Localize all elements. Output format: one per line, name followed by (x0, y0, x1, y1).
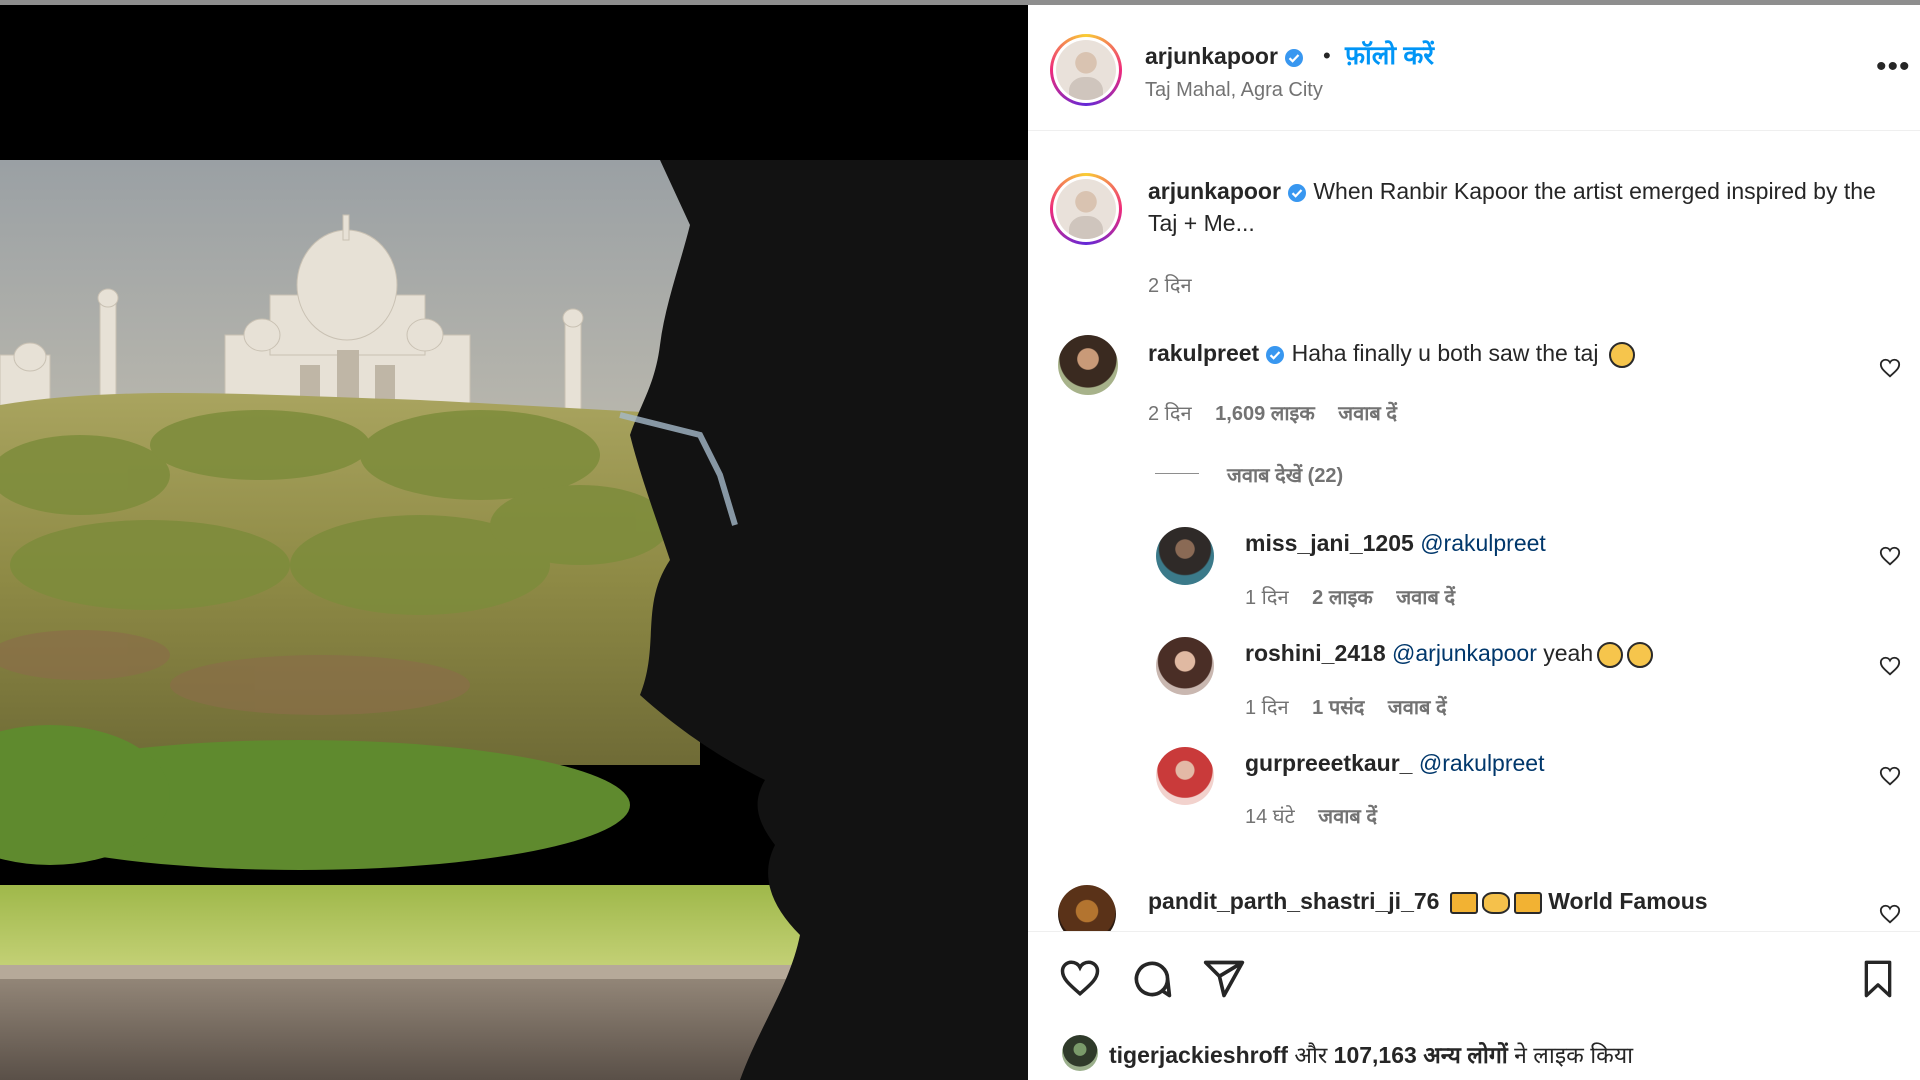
post-header: arjunkapoor • फ़ॉलो करें Taj Mahal, Agra… (1028, 5, 1920, 131)
separator-dot: • (1323, 43, 1331, 68)
replies-thread-line (1155, 473, 1199, 474)
comments-list[interactable]: arjunkapoor When Ranbir Kapoor the artis… (1028, 131, 1920, 931)
post-photo[interactable] (0, 5, 1028, 1080)
reply-time[interactable]: 1 दिन (1245, 587, 1289, 609)
reply-avatar[interactable] (1156, 637, 1214, 695)
reply-meta: 1 दिन 1 पसंद जवाब दें (1245, 693, 1465, 720)
reply: roshini_2418 @arjunkapoor yeah (1245, 637, 1845, 669)
caption-timestamp[interactable]: 2 दिन (1148, 275, 1192, 297)
comment-meta: 2 दिन 1,609 लाइक जवाब दें (1148, 399, 1415, 426)
reply-like-count[interactable]: 2 लाइक (1312, 587, 1373, 609)
taj-mahal-photo (0, 5, 1028, 1080)
reply-username[interactable]: gurpreeetkaur_ (1245, 750, 1412, 776)
reply-text: yeah (1543, 640, 1594, 666)
more-options-icon[interactable]: ••• (1876, 50, 1911, 84)
comment: rakulpreet Haha finally u both saw the t… (1148, 337, 1848, 369)
comment: pandit_parth_shastri_ji_76 World Famous (1148, 885, 1848, 917)
follow-button[interactable]: फ़ॉलो करें (1345, 36, 1434, 72)
liked-by-conjunction: और (1294, 1042, 1328, 1068)
bookmark-icon[interactable] (1858, 957, 1898, 1001)
reply-mention[interactable]: @rakulpreet (1420, 530, 1546, 556)
reply-username[interactable]: roshini_2418 (1245, 640, 1386, 666)
reply-like-heart-icon[interactable] (1879, 545, 1901, 567)
reply-meta: 14 घंटे जवाब दें (1245, 802, 1395, 829)
liked-by-username[interactable]: tigerjackieshroff (1109, 1042, 1288, 1068)
comment-like-heart-icon[interactable] (1879, 903, 1901, 925)
send-icon[interactable] (1202, 957, 1246, 1001)
wink-tongue-emoji-icon (1608, 341, 1635, 368)
post-caption: arjunkapoor When Ranbir Kapoor the artis… (1148, 175, 1888, 239)
crown-emoji-icon (1449, 891, 1478, 914)
commenter-avatar[interactable] (1058, 335, 1118, 395)
pointing-hand-emoji-icon (1481, 891, 1510, 914)
reply-reply-button[interactable]: जवाब दें (1396, 587, 1455, 609)
caption-time: 2 दिन (1148, 271, 1210, 298)
reply-avatar[interactable] (1156, 747, 1214, 805)
author-username[interactable]: arjunkapoor (1145, 43, 1304, 70)
crown-emoji-icon (1513, 891, 1542, 914)
reply: gurpreeetkaur_ @rakulpreet (1245, 747, 1845, 779)
comment-icon[interactable] (1130, 957, 1174, 1001)
caption-author-avatar[interactable] (1050, 173, 1122, 245)
liked-by-suffix: ने लाइक किया (1514, 1042, 1634, 1068)
reply-like-heart-icon[interactable] (1879, 765, 1901, 787)
reply-mention[interactable]: @arjunkapoor (1392, 640, 1537, 666)
author-username-text[interactable]: arjunkapoor (1145, 43, 1278, 69)
liked-by-summary: tigerjackieshroff और 107,163 अन्य लोगों … (1109, 1038, 1633, 1070)
reply-reply-button[interactable]: जवाब दें (1318, 806, 1377, 828)
comment-text: Haha finally u both saw the taj (1291, 340, 1599, 366)
caption-username[interactable]: arjunkapoor (1148, 178, 1281, 204)
verified-badge-icon (1266, 345, 1285, 364)
laughing-emoji-icon (1627, 641, 1654, 668)
verified-badge-icon (1284, 48, 1303, 67)
view-replies-button[interactable]: जवाब देखें (22) (1227, 461, 1361, 488)
comment-username[interactable]: pandit_parth_shastri_ji_76 (1148, 888, 1439, 914)
reply-like-count[interactable]: 1 पसंद (1312, 697, 1364, 719)
reply-username[interactable]: miss_jani_1205 (1245, 530, 1414, 556)
comment-like-count[interactable]: 1,609 लाइक (1215, 403, 1315, 425)
view-replies-text[interactable]: जवाब देखें (22) (1227, 465, 1343, 487)
commenter-avatar[interactable] (1058, 885, 1116, 931)
reply-reply-button[interactable]: जवाब दें (1388, 697, 1447, 719)
comment-username[interactable]: rakulpreet (1148, 340, 1259, 366)
liked-by-count[interactable]: 107,163 अन्य लोगों (1334, 1042, 1508, 1068)
reply-mention[interactable]: @rakulpreet (1419, 750, 1545, 776)
reply-avatar[interactable] (1156, 527, 1214, 585)
comment-time[interactable]: 2 दिन (1148, 403, 1192, 425)
laughing-emoji-icon (1597, 641, 1624, 668)
comment-text: World Famous (1548, 888, 1708, 914)
reply: miss_jani_1205 @rakulpreet (1245, 527, 1845, 559)
reply-meta: 1 दिन 2 लाइक जवाब दें (1245, 583, 1473, 610)
reply-time[interactable]: 14 घंटे (1245, 806, 1295, 828)
post-details-panel: arjunkapoor • फ़ॉलो करें Taj Mahal, Agra… (1028, 5, 1920, 1080)
reply-time[interactable]: 1 दिन (1245, 697, 1289, 719)
comment-like-heart-icon[interactable] (1879, 357, 1901, 379)
liker-avatar[interactable] (1062, 1035, 1098, 1071)
comment-reply-button[interactable]: जवाब दें (1338, 403, 1397, 425)
verified-badge-icon (1287, 183, 1306, 202)
post-location[interactable]: Taj Mahal, Agra City (1145, 79, 1323, 102)
post-actions-bar: tigerjackieshroff और 107,163 अन्य लोगों … (1028, 931, 1920, 1080)
reply-like-heart-icon[interactable] (1879, 655, 1901, 677)
author-avatar[interactable] (1050, 34, 1122, 106)
heart-icon[interactable] (1058, 957, 1102, 999)
